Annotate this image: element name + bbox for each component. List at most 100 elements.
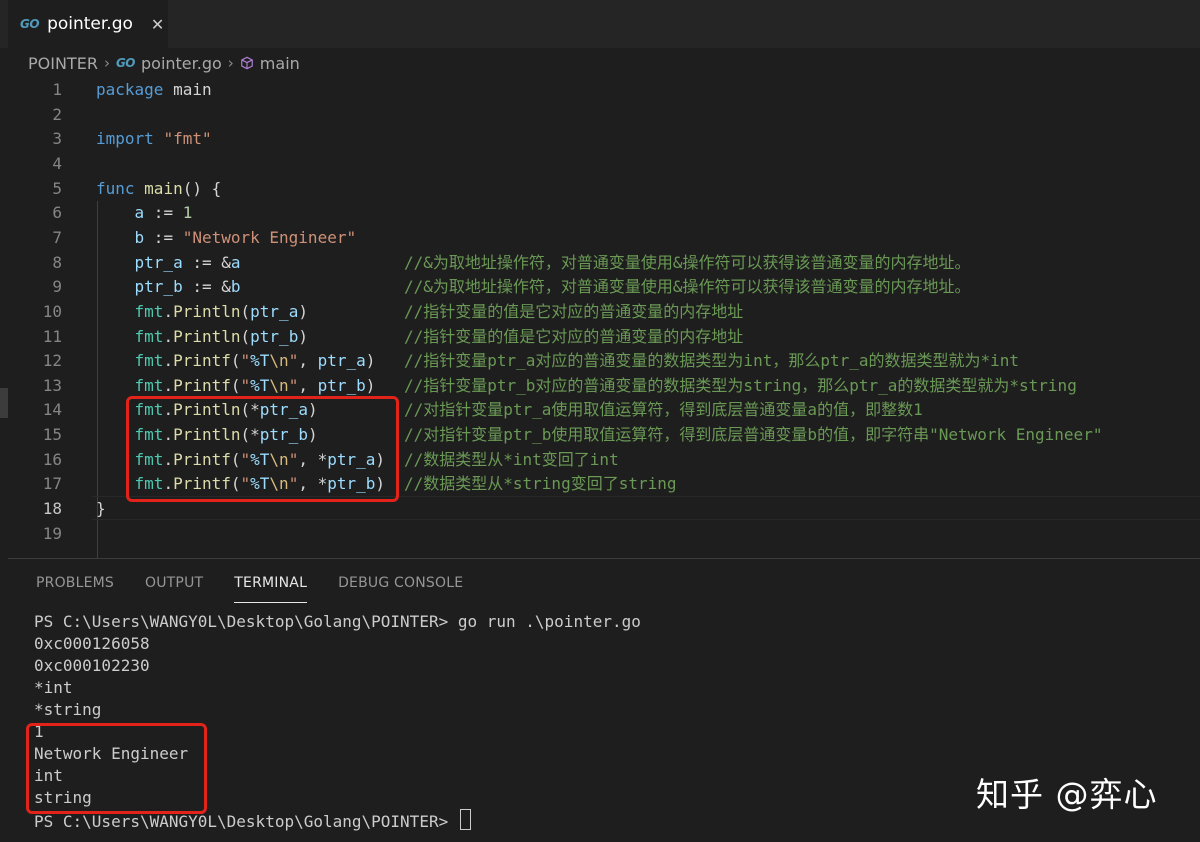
code-line[interactable]: 11 fmt.Println(ptr_b) //指针变量的值是它对应的普通变量的内…: [0, 325, 1200, 350]
code-line[interactable]: 2: [0, 103, 1200, 128]
code-token: fmt: [134, 375, 164, 395]
symbol-method-icon: [240, 56, 253, 70]
close-icon[interactable]: ✕: [151, 15, 164, 34]
line-number: 19: [42, 523, 62, 543]
code-line[interactable]: 7 b := "Network Engineer": [0, 226, 1200, 251]
watermark: 知乎 @弈心: [976, 775, 1158, 814]
line-number: 10: [42, 301, 62, 321]
code-token: ptr_b: [250, 326, 299, 346]
line-number: 9: [52, 277, 62, 297]
code-token: %T: [250, 375, 270, 395]
code-token: .: [163, 301, 174, 321]
line-number: 16: [42, 449, 62, 469]
code-token: (: [230, 375, 241, 395]
code-token: }: [96, 499, 106, 519]
code-token: fmt: [134, 351, 164, 371]
code-comment: //指针变量ptr_a对应的普通变量的数据类型为int，那么ptr_a的数据类型…: [404, 351, 1020, 371]
code-line[interactable]: 4: [0, 152, 1200, 177]
code-line[interactable]: 3 import "fmt": [0, 127, 1200, 152]
terminal-line: *int: [34, 678, 73, 697]
chevron-right-icon: ›: [227, 54, 234, 72]
code-token: 1: [182, 203, 193, 223]
code-token: func: [96, 178, 135, 198]
line-number: 15: [42, 425, 62, 445]
code-token: ptr_a: [317, 351, 366, 371]
code-token: ,: [298, 351, 318, 371]
breadcrumb-file[interactable]: pointer.go: [141, 54, 222, 73]
code-token: := &: [182, 252, 231, 272]
line-number: 5: [52, 178, 62, 198]
code-line[interactable]: 13 fmt.Printf("%T\n", ptr_b)//指针变量ptr_b对…: [0, 374, 1200, 399]
tab-problems[interactable]: PROBLEMS: [36, 561, 114, 605]
code-token: ptr_a: [134, 252, 183, 272]
code-token: ,: [298, 375, 318, 395]
code-token: ": [240, 375, 251, 395]
code-token: Println: [173, 326, 241, 346]
code-text: fmt.Println(ptr_a): [64, 300, 308, 325]
terminal-line: 0xc000126058: [34, 634, 150, 653]
code-text: fmt.Printf("%T\n", ptr_a): [64, 349, 376, 374]
line-number: 14: [42, 400, 62, 420]
tab-terminal[interactable]: TERMINAL: [234, 561, 307, 605]
code-text: fmt.Println(ptr_b): [64, 325, 308, 350]
code-token: ptr_b: [134, 277, 183, 297]
code-text: func main() {: [64, 177, 221, 202]
code-token: ": [240, 351, 251, 371]
line-number: 13: [42, 375, 62, 395]
code-token: a: [230, 252, 241, 272]
code-line[interactable]: 8 ptr_a := &a //&为取地址操作符，对普通变量使用&操作符可以获得该…: [0, 251, 1200, 276]
terminal-prompt-text: PS C:\Users\WANGY0L\Desktop\Golang\POINT…: [34, 812, 458, 831]
code-token: "Network Engineer": [182, 227, 357, 247]
line-number: 3: [52, 129, 62, 149]
code-token: (: [240, 301, 251, 321]
code-line[interactable]: 12 fmt.Printf("%T\n", ptr_a) //指针变量ptr_a对…: [0, 349, 1200, 374]
line-number: 6: [52, 203, 62, 223]
code-text: import "fmt": [64, 127, 212, 152]
line-number: 11: [42, 326, 62, 346]
code-token: "fmt": [163, 129, 212, 149]
line-number: 12: [42, 351, 62, 371]
tab-pointer-go[interactable]: GO pointer.go ✕: [8, 0, 168, 48]
tab-debug-console[interactable]: DEBUG CONSOLE: [338, 561, 463, 605]
code-token: .: [163, 326, 174, 346]
breadcrumb-folder[interactable]: POINTER: [28, 54, 98, 73]
line-number: 1: [52, 80, 62, 99]
code-token: := &: [182, 277, 231, 297]
tab-output[interactable]: OUTPUT: [145, 561, 203, 605]
line-number: 7: [52, 227, 62, 247]
editor-tab-bar: GO pointer.go ✕: [0, 0, 1200, 48]
terminal-line: 0xc000102230: [34, 656, 150, 675]
breadcrumb: POINTER › GO pointer.go › main: [0, 48, 1200, 78]
code-token: %T: [250, 351, 270, 371]
code-token: ): [298, 326, 308, 346]
code-line[interactable]: 19: [0, 522, 1200, 547]
code-line[interactable]: 6 a := 1: [0, 201, 1200, 226]
breadcrumb-symbol[interactable]: main: [260, 54, 300, 73]
code-token: main: [144, 178, 183, 198]
terminal-highlight-box: [26, 723, 207, 814]
code-line[interactable]: 9 ptr_b := &b //&为取地址操作符，对普通变量使用&操作符可以获得该…: [0, 275, 1200, 300]
code-token: Printf: [173, 375, 231, 395]
chevron-right-icon: ›: [103, 54, 110, 72]
code-token: ): [365, 375, 376, 395]
code-token: Println: [173, 301, 241, 321]
code-text: fmt.Printf("%T\n", ptr_b): [64, 374, 376, 399]
code-token: b: [230, 277, 241, 297]
code-comment: //对指针变量ptr_a使用取值运算符，得到底层普通变量a的值，即整数1: [404, 400, 923, 420]
code-line[interactable]: 1 package main: [0, 78, 1200, 103]
code-line[interactable]: 10 fmt.Println(ptr_a) //指针变量的值是它对应的普通变量的内…: [0, 300, 1200, 325]
tab-title: pointer.go: [47, 14, 133, 34]
code-comment: //&为取地址操作符，对普通变量使用&操作符可以获得该普通变量的内存地址。: [404, 252, 971, 272]
code-token: :=: [144, 203, 183, 223]
code-line[interactable]: 5 func main() {: [0, 177, 1200, 202]
terminal-line: PS C:\Users\WANGY0L\Desktop\Golang\POINT…: [34, 612, 641, 631]
code-token: package: [96, 80, 164, 99]
code-token: .: [163, 351, 174, 371]
